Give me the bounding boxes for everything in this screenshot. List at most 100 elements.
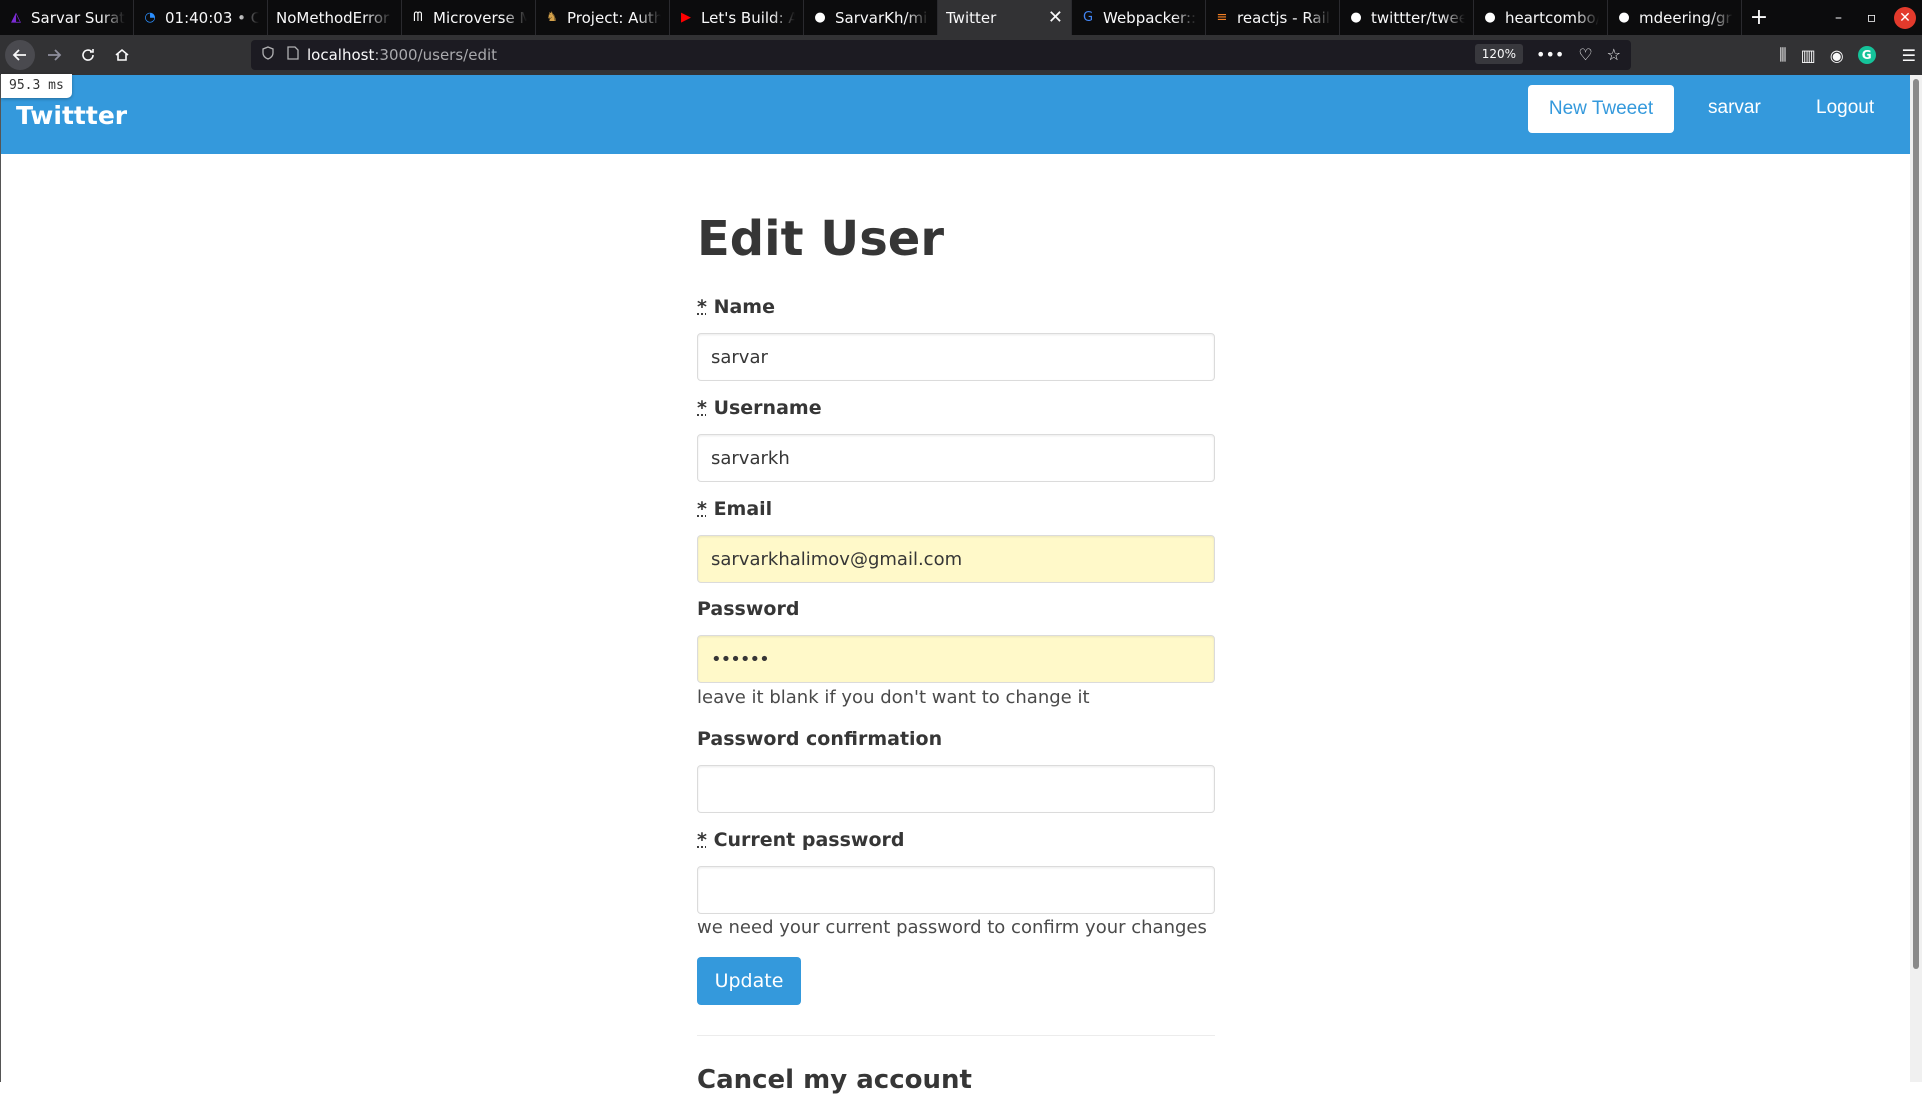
reload-button[interactable]	[73, 40, 103, 70]
navigation-toolbar: localhost:3000/users/edit 120% ••• ♡ ☆ ⫼…	[0, 35, 1922, 75]
account-icon[interactable]: ◉	[1830, 46, 1844, 65]
home-button[interactable]	[107, 40, 137, 70]
tab-list: ◭ Sarvar Surato ◔ 01:40:03 • Clo NoMethodErr…	[0, 0, 1742, 35]
github-icon: ●	[1348, 10, 1364, 26]
browser-tab[interactable]: ● twittter/twee	[1340, 0, 1474, 35]
browser-tab[interactable]: ≡ reactjs - Rails	[1206, 0, 1340, 35]
profiler-badge[interactable]: 95.3 ms	[1, 74, 72, 98]
password-confirmation-field[interactable]	[697, 765, 1215, 813]
username-label: * Username	[697, 397, 822, 419]
required-mark: *	[697, 296, 707, 318]
zoom-indicator[interactable]: 120%	[1475, 44, 1523, 64]
url-bar[interactable]: localhost:3000/users/edit 120% ••• ♡ ☆	[251, 40, 1631, 70]
page-scrollbar[interactable]	[1910, 75, 1922, 1082]
grammarly-icon[interactable]: G	[1858, 46, 1876, 64]
tab-title: Twitter	[946, 9, 1037, 27]
new-tweet-button[interactable]: New Tweeet	[1528, 85, 1674, 133]
stackoverflow-icon: ≡	[1214, 10, 1230, 26]
url-text: localhost:3000/users/edit	[307, 46, 497, 64]
back-button[interactable]	[5, 40, 35, 70]
browser-tab[interactable]: ● mdeering/gra	[1608, 0, 1742, 35]
github-icon: ●	[1482, 10, 1498, 26]
browser-tab[interactable]: G Webpacker::M	[1072, 0, 1206, 35]
update-button[interactable]: Update	[697, 957, 801, 1005]
required-mark: *	[697, 397, 707, 419]
password-confirmation-label: Password confirmation	[697, 728, 942, 750]
url-host: localhost	[307, 46, 374, 64]
current-password-field[interactable]	[697, 866, 1215, 914]
name-field[interactable]: sarvar	[697, 333, 1215, 381]
password-label: Password	[697, 598, 799, 620]
microverse-icon: ᗰ	[410, 10, 426, 26]
page-icon	[287, 46, 299, 64]
browser-tab[interactable]: ᗰ Microverse M	[402, 0, 536, 35]
tab-title: SarvarKh/min	[835, 9, 929, 27]
email-label: * Email	[697, 498, 772, 520]
reload-icon	[80, 47, 96, 63]
browser-tab[interactable]: ▶ Let's Build: A	[670, 0, 804, 35]
scrollbar-thumb[interactable]	[1913, 79, 1919, 969]
user-profile-link[interactable]: sarvar	[1708, 97, 1761, 119]
toolbar-extensions: ⫼ ▥ ◉ G ☰	[1779, 35, 1916, 75]
shield-icon[interactable]	[261, 46, 275, 64]
email-field[interactable]: sarvarkhalimov@gmail.com	[697, 535, 1215, 583]
name-label: * Name	[697, 296, 775, 318]
menu-icon[interactable]: ☰	[1902, 46, 1916, 65]
home-icon	[114, 47, 130, 63]
browser-tab[interactable]: NoMethodError	[268, 0, 402, 35]
tab-title: mdeering/gra	[1639, 9, 1733, 27]
tab-title: NoMethodError	[276, 9, 393, 27]
brand-logo[interactable]: Twittter	[16, 101, 127, 130]
tab-title: twittter/twee	[1371, 9, 1465, 27]
password-field[interactable]: ••••••	[697, 635, 1215, 683]
github-icon: ●	[812, 10, 828, 26]
gitpod-icon: ◭	[8, 10, 24, 26]
window-controls: – ▫ ✕	[1822, 0, 1922, 35]
password-help-text: leave it blank if you don't want to chan…	[697, 687, 1090, 708]
tab-title: reactjs - Rails	[1237, 9, 1331, 27]
new-tab-button[interactable]: +	[1742, 0, 1776, 35]
page-content: Twittter New Tweeet sarvar Logout 95.3 m…	[0, 75, 1922, 1082]
tab-title: heartcombo/	[1505, 9, 1599, 27]
username-field[interactable]: sarvarkh	[697, 434, 1215, 482]
tab-title: Webpacker::M	[1103, 9, 1197, 27]
url-actions: ••• ♡ ☆	[1536, 45, 1621, 64]
required-mark: *	[697, 498, 707, 520]
forward-button[interactable]	[39, 40, 69, 70]
browser-tab[interactable]: ◭ Sarvar Surato	[0, 0, 134, 35]
tab-title: Sarvar Surato	[31, 9, 125, 27]
clock-icon: ◔	[142, 10, 158, 26]
cancel-account-heading: Cancel my account	[697, 1065, 972, 1095]
library-icon[interactable]: ⫼	[1779, 45, 1786, 65]
browser-tab[interactable]: ◔ 01:40:03 • Clo	[134, 0, 268, 35]
minimize-icon[interactable]: –	[1822, 10, 1855, 26]
url-path: :3000/users/edit	[374, 46, 497, 64]
tab-title: Let's Build: A	[701, 9, 795, 27]
browser-tab[interactable]: Twitter ✕	[938, 0, 1072, 35]
divider	[697, 1035, 1215, 1036]
page-title: Edit User	[697, 211, 944, 267]
youtube-icon: ▶	[678, 10, 694, 26]
more-actions-icon[interactable]: •••	[1536, 45, 1564, 64]
browser-tab[interactable]: ♞ Project: Authe	[536, 0, 670, 35]
site-header: Twittter New Tweeet sarvar Logout	[1, 75, 1911, 154]
pocket-icon[interactable]: ♡	[1578, 45, 1592, 64]
tab-title: 01:40:03 • Clo	[165, 9, 259, 27]
close-window-icon[interactable]: ✕	[1894, 7, 1916, 29]
arrow-right-icon	[46, 47, 62, 63]
google-icon: G	[1080, 10, 1096, 26]
logout-link[interactable]: Logout	[1816, 97, 1874, 119]
close-tab-icon[interactable]: ✕	[1048, 7, 1063, 28]
bookmark-star-icon[interactable]: ☆	[1607, 45, 1621, 64]
sidebar-icon[interactable]: ▥	[1801, 46, 1816, 65]
browser-tab[interactable]: ● SarvarKh/min	[804, 0, 938, 35]
required-mark: *	[697, 829, 707, 851]
github-icon: ●	[1616, 10, 1632, 26]
arrow-left-icon	[12, 47, 28, 63]
tab-title: Microverse M	[433, 9, 527, 27]
current-password-help-text: we need your current password to confirm…	[697, 917, 1207, 938]
browser-tab[interactable]: ● heartcombo/	[1474, 0, 1608, 35]
tab-strip: ◭ Sarvar Surato ◔ 01:40:03 • Clo NoMethodErr…	[0, 0, 1922, 35]
tab-title: Project: Authe	[567, 9, 661, 27]
restore-icon[interactable]: ▫	[1855, 10, 1888, 26]
